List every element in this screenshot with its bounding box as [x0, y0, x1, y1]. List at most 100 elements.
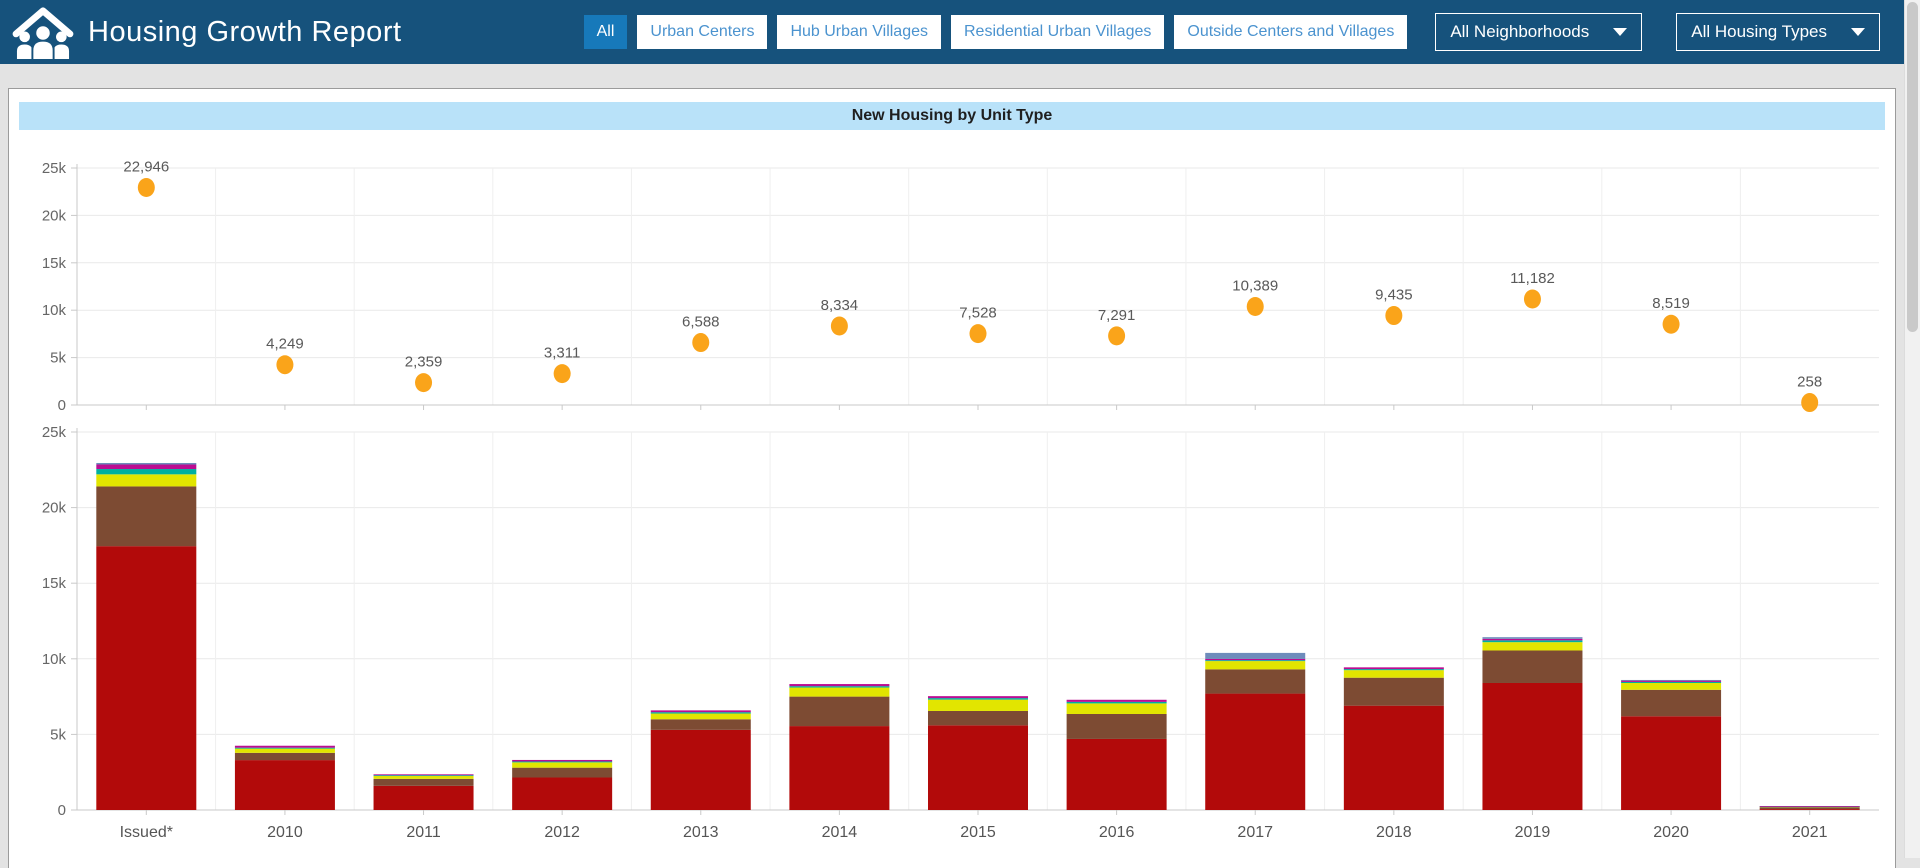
chevron-down-icon [1613, 28, 1627, 36]
dark-red-segment-2014 [789, 726, 889, 810]
neighborhoods-dropdown[interactable]: All Neighborhoods [1435, 13, 1642, 51]
yellow-segment-2013 [651, 714, 751, 720]
svg-text:2011: 2011 [406, 824, 441, 841]
tab-residential-urban-villages[interactable]: Residential Urban Villages [951, 15, 1164, 49]
magenta-segment-2010 [235, 746, 335, 748]
svg-text:22,946: 22,946 [123, 158, 169, 175]
tab-all[interactable]: All [584, 15, 628, 49]
teal-segment-2013 [651, 712, 751, 713]
brown-segment-2013 [651, 719, 751, 730]
housing-types-dropdown[interactable]: All Housing Types [1676, 13, 1880, 51]
data-point-2016 [1108, 326, 1125, 345]
svg-text:2,359: 2,359 [405, 354, 443, 371]
brown-segment-2021 [1760, 807, 1860, 809]
magenta-segment-2011 [374, 774, 474, 775]
svg-text:2012: 2012 [544, 824, 580, 841]
data-point-2019 [1524, 289, 1541, 308]
magenta-segment-2021 [1760, 806, 1860, 807]
magenta-segment-2012 [512, 760, 612, 762]
yellow-segment-2010 [235, 749, 335, 753]
yellow-segment-2015 [928, 700, 1028, 711]
dark-red-segment-2017 [1205, 694, 1305, 810]
magenta-segment-2018 [1344, 667, 1444, 669]
teal-segment-2016 [1067, 702, 1167, 704]
magenta-segment-Issued* [96, 465, 196, 470]
teal-segment-2014 [789, 686, 889, 687]
data-point-2017 [1247, 297, 1264, 316]
dark-red-segment-2011 [374, 786, 474, 810]
data-point-Issued* [138, 178, 155, 197]
brown-segment-2020 [1621, 690, 1721, 716]
tab-outside-centers-and-villages[interactable]: Outside Centers and Villages [1174, 15, 1407, 49]
scrollbar-thumb[interactable] [1907, 2, 1918, 332]
teal-segment-2010 [235, 748, 335, 749]
charts-container: 05k10k15k20k25k22,9464,2492,3593,3116,58… [9, 156, 1895, 850]
area-filter-tabs: All Urban Centers Hub Urban Villages Reside… [584, 15, 1408, 49]
tab-urban-centers[interactable]: Urban Centers [637, 15, 767, 49]
teal-segment-Issued* [96, 469, 196, 474]
data-point-2011 [415, 373, 432, 392]
teal-segment-2011 [374, 775, 474, 776]
data-point-2021 [1801, 393, 1818, 412]
svg-text:2016: 2016 [1099, 824, 1135, 841]
vertical-scrollbar[interactable] [1904, 0, 1920, 858]
dark-red-segment-2013 [651, 730, 751, 810]
svg-text:10k: 10k [42, 651, 67, 668]
dark-red-segment-2020 [1621, 716, 1721, 810]
svg-text:2015: 2015 [960, 824, 996, 841]
svg-text:2020: 2020 [1653, 824, 1689, 841]
steel-blue-segment-2020 [1621, 680, 1721, 681]
svg-text:7,291: 7,291 [1098, 307, 1136, 324]
magenta-segment-2014 [789, 684, 889, 686]
yellow-segment-Issued* [96, 474, 196, 486]
dark-red-segment-2019 [1482, 683, 1582, 810]
teal-segment-2018 [1344, 669, 1444, 670]
svg-text:2019: 2019 [1515, 824, 1551, 841]
data-point-2013 [692, 333, 709, 352]
magenta-segment-2016 [1067, 700, 1167, 702]
yellow-segment-2019 [1482, 642, 1582, 650]
svg-text:20k: 20k [42, 207, 67, 224]
magenta-segment-2019 [1482, 639, 1582, 641]
svg-text:2021: 2021 [1792, 824, 1828, 841]
brown-segment-2012 [512, 768, 612, 778]
dark-red-segment-2016 [1067, 739, 1167, 810]
tab-hub-urban-villages[interactable]: Hub Urban Villages [777, 15, 941, 49]
report-card: New Housing by Unit Type 05k10k15k20k25k… [8, 88, 1896, 868]
svg-text:5k: 5k [50, 726, 66, 743]
data-point-2018 [1385, 306, 1402, 325]
magenta-segment-2020 [1621, 681, 1721, 682]
teal-segment-2020 [1621, 682, 1721, 683]
brown-segment-2014 [789, 697, 889, 726]
neighborhoods-dropdown-value: All Neighborhoods [1450, 22, 1589, 42]
magenta-segment-2013 [651, 710, 751, 712]
unit-type-stacked-bar-chart[interactable]: 05k10k15k20k25kIssued*201020112012201320… [9, 422, 1895, 850]
svg-text:7,528: 7,528 [959, 305, 997, 322]
svg-text:Issued*: Issued* [120, 824, 173, 841]
brown-segment-Issued* [96, 486, 196, 546]
svg-text:4,249: 4,249 [266, 336, 304, 353]
dark-red-segment-2015 [928, 725, 1028, 810]
yellow-segment-2017 [1205, 661, 1305, 669]
svg-text:10k: 10k [42, 302, 67, 319]
dark-red-segment-2012 [512, 777, 612, 810]
svg-text:2018: 2018 [1376, 824, 1412, 841]
svg-text:15k: 15k [42, 255, 67, 272]
svg-text:11,182: 11,182 [1510, 270, 1555, 287]
page-title: Housing Growth Report [88, 16, 402, 49]
svg-text:258: 258 [1797, 374, 1822, 391]
data-point-2012 [554, 364, 571, 383]
net-units-scatter-chart[interactable]: 05k10k15k20k25k22,9464,2492,3593,3116,58… [9, 156, 1895, 418]
svg-text:25k: 25k [42, 160, 67, 177]
yellow-segment-2012 [512, 762, 612, 767]
svg-text:10,389: 10,389 [1232, 278, 1278, 295]
yellow-segment-2011 [374, 776, 474, 779]
teal-segment-2012 [512, 761, 612, 762]
app-header: Housing Growth Report All Urban Centers Hu… [0, 0, 1904, 64]
dark-red-segment-2018 [1344, 706, 1444, 810]
svg-text:3,311: 3,311 [544, 345, 580, 362]
brown-segment-2018 [1344, 678, 1444, 706]
svg-text:2017: 2017 [1237, 824, 1273, 841]
yellow-segment-2016 [1067, 703, 1167, 714]
header-dropdowns: All Neighborhoods All Housing Types [1435, 13, 1880, 51]
